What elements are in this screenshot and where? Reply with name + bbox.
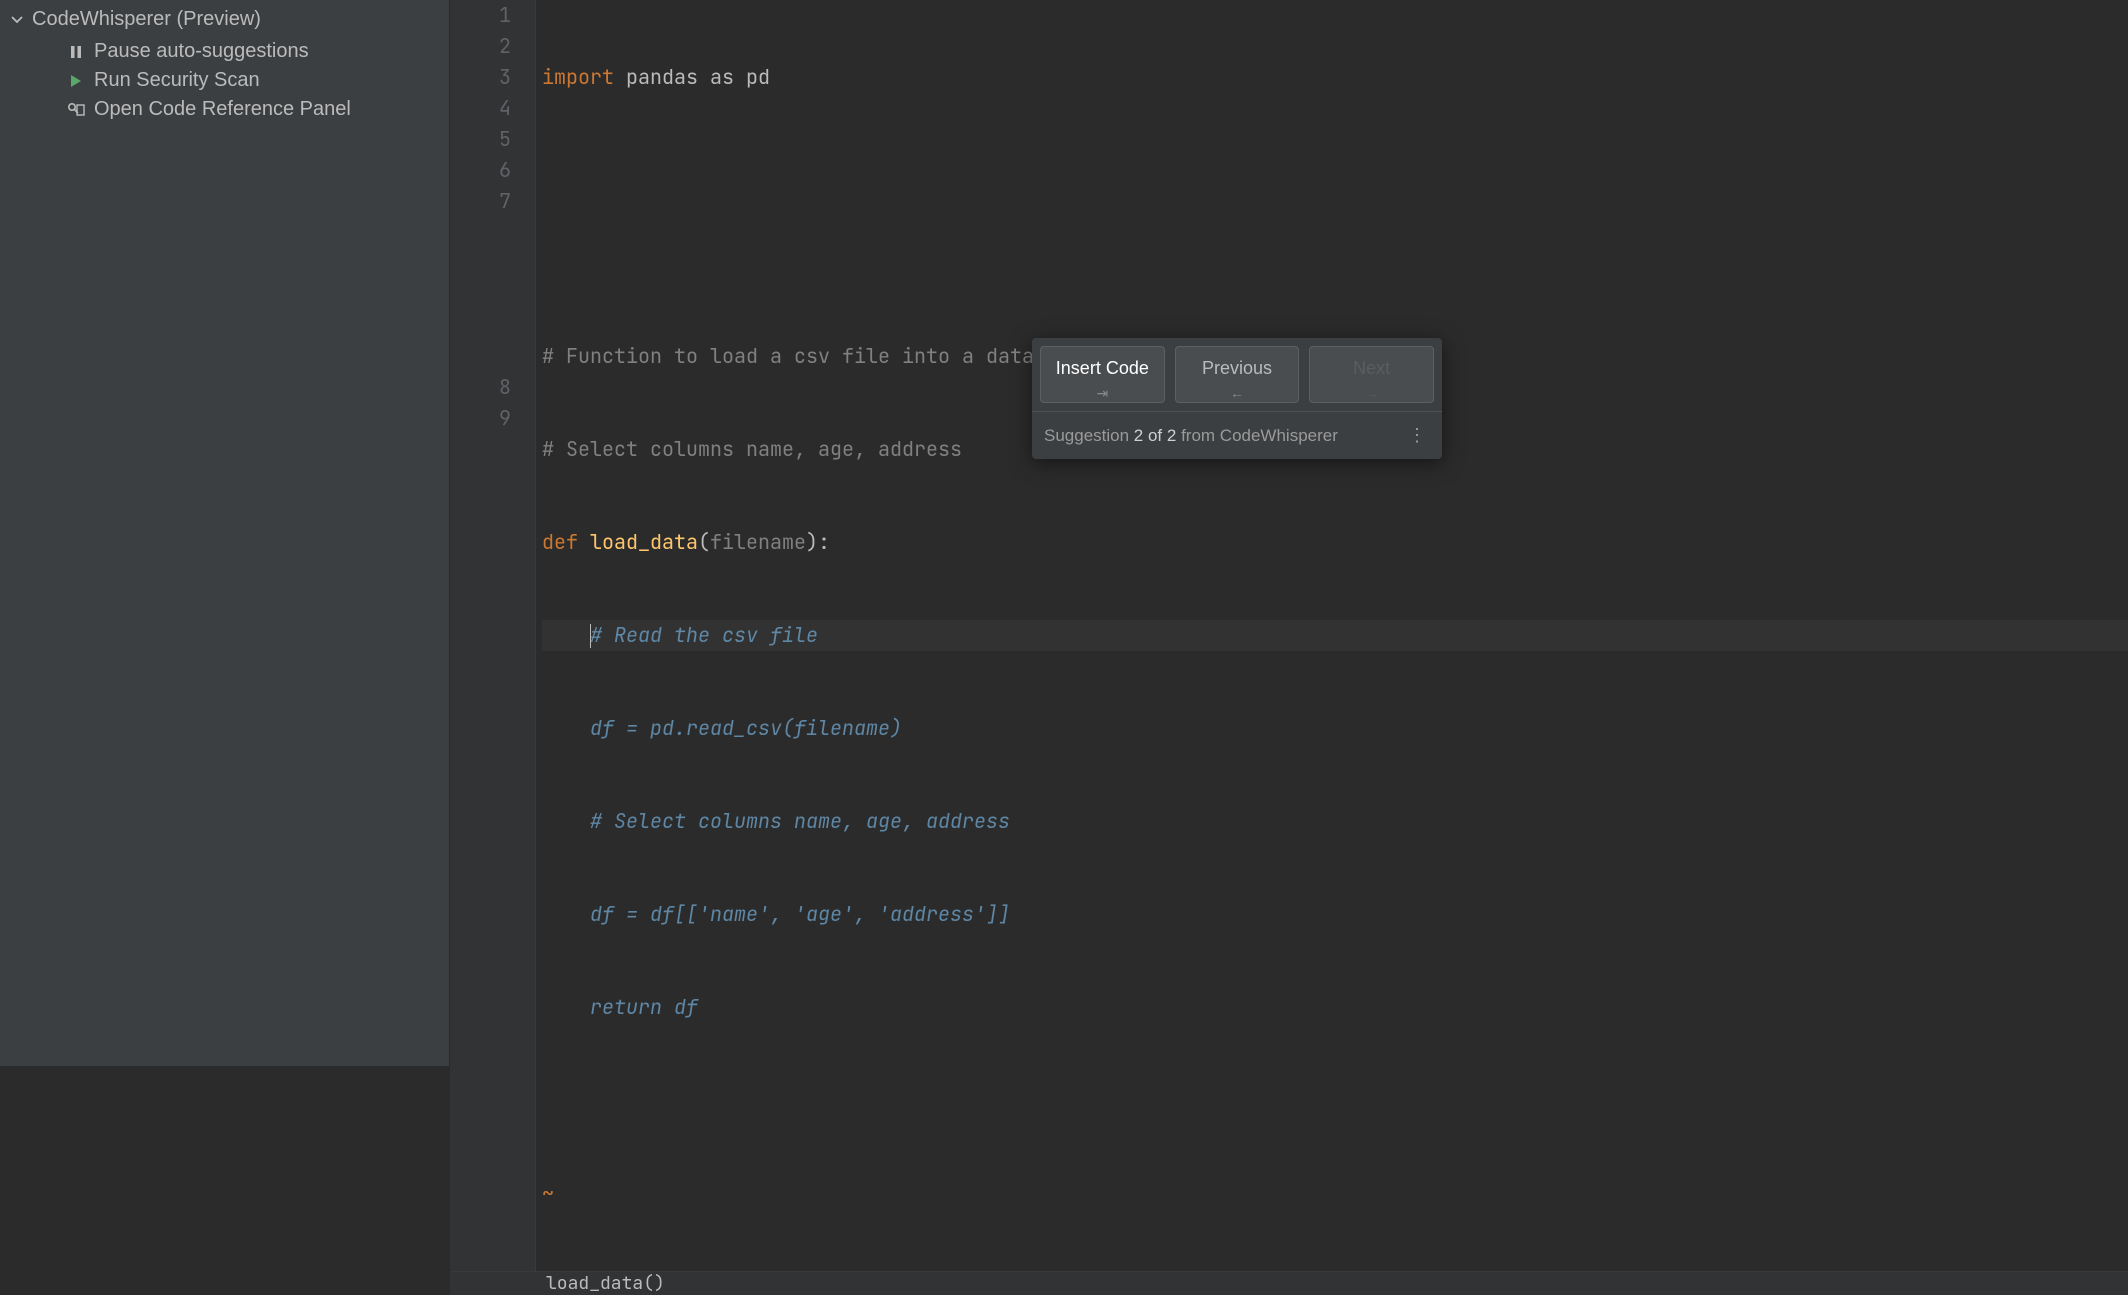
button-label: Insert Code bbox=[1056, 353, 1149, 384]
code-content[interactable]: import pandas as pd # Function to load a… bbox=[536, 0, 2128, 1271]
code-comment: # Function to load a csv file into a dat… bbox=[542, 343, 1094, 369]
code-token: ( bbox=[698, 529, 710, 555]
breadcrumb[interactable]: load_data() bbox=[450, 1271, 2128, 1295]
code-token: ): bbox=[806, 529, 830, 555]
sidebar-item-label: Pause auto-suggestions bbox=[94, 40, 309, 63]
sidebar-item-label: Open Code Reference Panel bbox=[94, 98, 351, 121]
keyboard-hint: ← bbox=[1230, 386, 1244, 400]
ghost-suggestion: df = df[['name', 'age', 'address']] bbox=[590, 901, 1010, 927]
keyboard-hint: → bbox=[1365, 386, 1379, 400]
sidebar-item-code-reference[interactable]: Open Code Reference Panel bbox=[0, 95, 449, 124]
status-count: 2 of 2 bbox=[1134, 426, 1177, 445]
eof-tilde: ~ bbox=[542, 1180, 554, 1206]
code-token: pandas as pd bbox=[614, 64, 770, 90]
keyboard-hint: ⇥ bbox=[1096, 386, 1108, 400]
previous-button[interactable]: Previous ← bbox=[1175, 346, 1300, 403]
ghost-suggestion: # Select columns name, age, address bbox=[590, 808, 1010, 834]
suggestion-status: Suggestion 2 of 2 from CodeWhisperer ⋮ bbox=[1032, 411, 1442, 459]
panel-title: CodeWhisperer (Preview) bbox=[32, 8, 261, 31]
pause-icon bbox=[66, 44, 86, 60]
line-number: 7 bbox=[450, 186, 511, 217]
line-number: 3 bbox=[450, 62, 511, 93]
code-token: filename bbox=[710, 529, 806, 555]
kebab-icon[interactable]: ⋮ bbox=[1404, 420, 1430, 451]
line-number: 2 bbox=[450, 31, 511, 62]
panel-icon bbox=[66, 102, 86, 118]
ghost-suggestion: return df bbox=[590, 994, 698, 1020]
line-number: 8 bbox=[450, 372, 511, 403]
code-comment: # Select columns name, age, address bbox=[542, 436, 962, 462]
play-icon bbox=[66, 73, 86, 89]
insert-code-button[interactable]: Insert Code ⇥ bbox=[1040, 346, 1165, 403]
ghost-suggestion: df = pd.read_csv(filename) bbox=[590, 715, 902, 741]
code-token: import bbox=[542, 64, 614, 90]
breadcrumb-item: load_data() bbox=[546, 1272, 665, 1295]
ghost-suggestion: # Read the csv file bbox=[590, 622, 818, 648]
code-token: load_data bbox=[590, 529, 698, 555]
line-number: 9 bbox=[450, 403, 511, 434]
sidebar: CodeWhisperer (Preview) Pause auto-sugge… bbox=[0, 0, 450, 1066]
editor: 1 2 3 4 5 6 7 8 9 import pandas as pd # … bbox=[450, 0, 2128, 1066]
chevron-down-icon bbox=[10, 13, 24, 27]
suggestion-popup: Insert Code ⇥ Previous ← Next → Suggesti… bbox=[1032, 338, 1442, 459]
button-label: Next bbox=[1353, 353, 1390, 384]
sidebar-item-label: Run Security Scan bbox=[94, 69, 260, 92]
editor-area[interactable]: 1 2 3 4 5 6 7 8 9 import pandas as pd # … bbox=[450, 0, 2128, 1271]
status-text: from CodeWhisperer bbox=[1176, 426, 1338, 445]
line-number: 4 bbox=[450, 93, 511, 124]
button-label: Previous bbox=[1202, 353, 1272, 384]
status-text: Suggestion bbox=[1044, 426, 1134, 445]
next-button: Next → bbox=[1309, 346, 1434, 403]
gutter: 1 2 3 4 5 6 7 8 9 bbox=[450, 0, 536, 1271]
line-number: 5 bbox=[450, 124, 511, 155]
code-token: def bbox=[542, 529, 590, 555]
line-number: 6 bbox=[450, 155, 511, 186]
sidebar-item-pause[interactable]: Pause auto-suggestions bbox=[0, 37, 449, 66]
panel-header-codewhisperer[interactable]: CodeWhisperer (Preview) bbox=[0, 4, 449, 37]
sidebar-item-security-scan[interactable]: Run Security Scan bbox=[0, 66, 449, 95]
line-number: 1 bbox=[450, 0, 511, 31]
